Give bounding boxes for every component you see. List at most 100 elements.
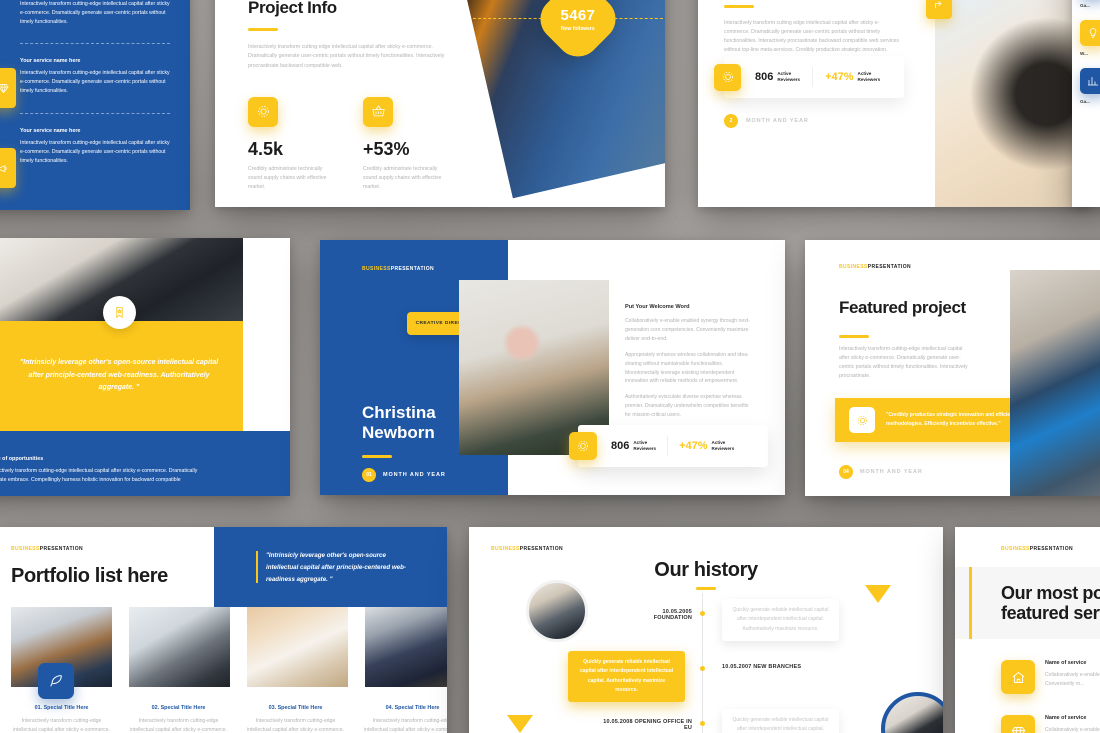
timeline-dot	[700, 721, 705, 726]
chart-icon	[1088, 77, 1098, 86]
diamond-icon	[0, 83, 9, 93]
portfolio-feather-badge[interactable]	[38, 663, 74, 699]
callout-line-2: methodologies. Efficiently incentivize e…	[886, 421, 1001, 427]
slide-quote-opportunities[interactable]: ...r sticky e-commerce. Dramatically gen…	[0, 238, 290, 496]
slide-popular-services[interactable]: BUSINESSPRESENTATION Our most pop featur…	[955, 527, 1100, 733]
featured-services-body: Interactively transform cutting edge int…	[724, 20, 900, 54]
timeline-date: 10.05.2007 NEW BRANCHES	[722, 664, 802, 670]
slide-featured-project[interactable]: BUSINESSPRESENTATION Featured project In…	[805, 240, 1100, 496]
basket-icon	[371, 105, 385, 117]
service-label: Ga...	[1080, 3, 1090, 8]
slide-christina-newborn[interactable]: BUSINESSPRESENTATION CREATIVE DIRECTOR C…	[320, 240, 785, 495]
title-line-2: featured serv	[1001, 603, 1100, 624]
eyebrow-business: BUSINESS	[1001, 546, 1030, 552]
portfolio-quote-panel: "Intrinsicly leverage other's open-sourc…	[214, 527, 447, 607]
home-icon	[1012, 671, 1024, 683]
page-title: Featured project	[839, 298, 966, 317]
welcome-title: Put Your Welcome Word	[625, 304, 690, 310]
portfolio-card[interactable]: 02. Special Title Here Interactively tra…	[128, 705, 229, 733]
page-title: Portfolio list here	[11, 565, 168, 587]
triangle-decoration-icon	[865, 585, 891, 603]
service-title: Name of service	[1045, 660, 1087, 666]
welcome-paragraph: Authoritatively evisculate diverse exper…	[625, 394, 749, 419]
service-body: Collaboratively e-enable enabled sy... c…	[1045, 672, 1100, 687]
share-arrow-icon-tile[interactable]	[926, 0, 952, 19]
timeline-card: Quickly generate reliable intellectual c…	[722, 709, 839, 733]
slide-number-badge: 2	[724, 114, 738, 128]
diamond-icon-tile[interactable]	[0, 68, 16, 108]
followers-number: 5467	[560, 6, 596, 24]
slide-footer-label: MONTH AND YEAR	[383, 472, 446, 478]
card-title: 03. Special Title Here	[268, 705, 323, 711]
basket-icon-tile[interactable]	[363, 96, 393, 127]
service-item-body: Interactively transform cutting-edge int…	[20, 70, 170, 95]
megaphone-icon-tile[interactable]	[0, 148, 16, 188]
project-info-body: Interactively transform cutting edge int…	[248, 44, 445, 69]
desk-laptop-photo	[935, 0, 1090, 207]
feather-icon	[50, 675, 62, 687]
portfolio-card[interactable]: 04. Special Title Here Interactively tra…	[362, 705, 447, 733]
portfolio-card[interactable]: 03. Special Title Here Interactively tra…	[245, 705, 346, 733]
eyebrow-business: BUSINESS	[839, 264, 868, 270]
title-rule	[362, 455, 392, 458]
person-name-line1: Christina	[362, 403, 436, 422]
stat-label: Active Reviewers	[777, 71, 801, 82]
card-body: Interactively transform cutting-edge int…	[129, 718, 228, 733]
bulb-icon	[1089, 28, 1097, 38]
service-title: Name of service	[1045, 715, 1087, 721]
opportunity-title: Name of opportunities	[0, 456, 44, 462]
home-icon-tile[interactable]	[1001, 660, 1035, 694]
stat-label: Active Reviewers	[857, 71, 881, 82]
bookmark-icon-badge[interactable]	[103, 296, 136, 329]
badge-icon-tile[interactable]	[714, 63, 741, 91]
badge-icon	[722, 71, 733, 83]
charts-tablet-photo	[247, 607, 348, 687]
card-body: Interactively transform cutting-edge int…	[363, 718, 447, 733]
timeline-date: 10.05.2005 FOUNDATION	[653, 609, 692, 621]
slide-services-blue[interactable]: Interactively transform cutting-edge int…	[0, 0, 190, 210]
callout-icon-tile[interactable]	[849, 407, 875, 433]
diamond-icon	[1011, 726, 1025, 733]
person-name-line2: Newborn	[362, 423, 435, 443]
title-band: Our most pop featured serv	[955, 567, 1100, 639]
diamond-icon-tile[interactable]	[1001, 715, 1035, 733]
page-title: Project Info	[248, 0, 337, 17]
badge-icon-tile[interactable]	[569, 432, 597, 460]
slide-our-history[interactable]: BUSINESSPRESENTATION Our history 10.05.2…	[469, 527, 943, 733]
page-title: Our history	[654, 559, 758, 581]
featured-project-body: Interactively transform cutting-edge int…	[839, 346, 968, 380]
page-title: Our most pop featured serv	[1001, 583, 1100, 623]
history-round-photo	[526, 580, 588, 642]
timeline-dot	[700, 666, 705, 671]
stat-label: Active Reviewers	[711, 440, 735, 451]
stat-value: +47%	[679, 440, 708, 452]
callout-line-1: "Credibly productize strategic innovatio…	[886, 412, 1015, 418]
slide-portfolio-list[interactable]: BUSINESSPRESENTATION Portfolio list here…	[0, 527, 447, 733]
stat-caption: Credibly administrate technically sound …	[363, 165, 442, 191]
service-item-body: Interactively transform cutting-edge int…	[20, 139, 170, 164]
stat-value: +47%	[825, 71, 854, 83]
slide-featured-services[interactable]: Our most featured services Interactively…	[698, 0, 1090, 207]
triangle-decoration-icon	[507, 715, 533, 733]
portfolio-card[interactable]: 01. Special Title Here Interactively tra…	[11, 705, 112, 733]
timeline-date: 10.05.2008 OPENING OFFICE IN EU	[603, 719, 692, 731]
eyebrow-presentation: PRESENTATION	[867, 264, 911, 270]
slide-number-badge: 04	[839, 465, 853, 479]
badge-icon	[257, 106, 269, 118]
history-round-photo	[881, 692, 943, 733]
card-body: Interactively transform cutting-edge int…	[12, 718, 111, 733]
title-rule	[248, 28, 278, 32]
badge-icon-tile[interactable]	[248, 96, 278, 127]
eyebrow-presentation: PRESENTATION	[519, 546, 563, 552]
slide-showcase-canvas: Interactively transform cutting-edge int…	[0, 0, 1100, 733]
portfolio-quote-text: "Intrinsicly leverage other's open-sourc…	[266, 552, 406, 583]
service-item-body: Interactively transform cutting-edge int…	[20, 1, 170, 26]
slide-footer-label: MONTH AND YEAR	[746, 118, 809, 124]
welcome-paragraph: Appropriately enhance wireless collabora…	[625, 351, 749, 385]
slide-right-edge-services[interactable]: W... Ga... W... Ga...	[1072, 0, 1100, 207]
bulb-icon-tile[interactable]	[1080, 20, 1100, 46]
megaphone-icon	[0, 164, 7, 172]
laptop-typing-photo	[129, 607, 230, 687]
slide-project-info[interactable]: Project Info Interactively transform cut…	[215, 0, 665, 207]
chart-icon-tile[interactable]	[1080, 68, 1100, 94]
